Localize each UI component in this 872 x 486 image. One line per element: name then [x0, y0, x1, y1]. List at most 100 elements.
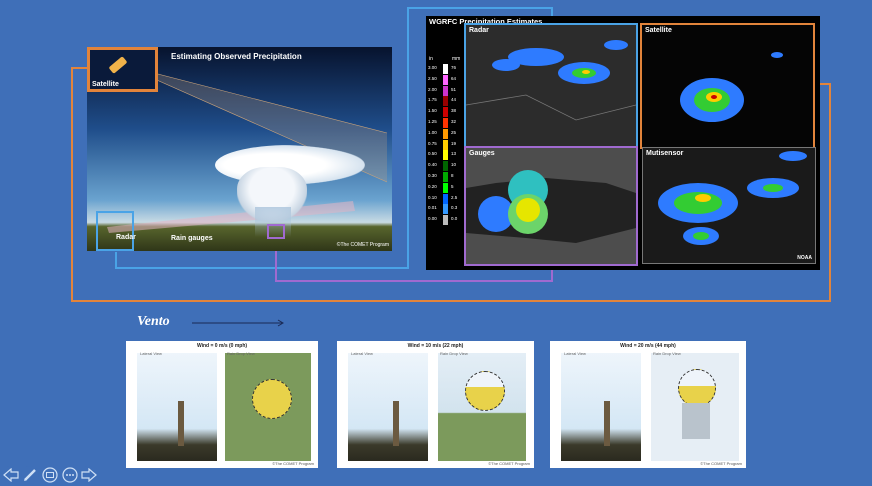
legend-row: 1.00 25 — [428, 128, 464, 139]
radar-label: Radar — [116, 234, 136, 241]
legend-mm-value: 8 — [451, 173, 454, 178]
legend-mm-value: 44 — [451, 97, 457, 103]
lateral-view-image — [137, 353, 217, 461]
legend-swatch — [443, 118, 448, 128]
multisensor-map-panel: Mutisensor NOAA — [642, 147, 816, 264]
legend-row: 1.75 44 — [428, 96, 464, 107]
lateral-view-image — [561, 353, 641, 461]
lateral-view-image — [348, 353, 428, 461]
raindrop-view-label: Rain Drop View — [440, 351, 468, 356]
rain-gauges-label: Rain gauges — [171, 235, 213, 242]
raindrop-view-label: Rain Drop View — [227, 351, 255, 356]
legend-in-label: in — [429, 56, 433, 62]
legend-swatch — [443, 215, 448, 226]
multisensor-panel-label: Mutisensor — [646, 150, 684, 157]
legend-in-value: 0.00 — [428, 216, 437, 222]
legend-in-value: 0.01 — [428, 205, 437, 211]
legend-mm-value: 38 — [451, 108, 457, 114]
noaa-credit: NOAA — [797, 255, 812, 261]
wind-card-title: Wind = 0 m/s (0 mph) — [196, 343, 248, 349]
legend-mm-value: 0.0 — [451, 216, 458, 222]
wind-card-1: Wind = 10 m/s (22 mph) Lateral View Rain… — [337, 341, 534, 468]
legend-mm-value: 51 — [451, 86, 457, 92]
legend-mm-value: 13 — [451, 151, 457, 157]
legend-row: 0.75 19 — [428, 139, 464, 150]
legend-row: 1.25 32 — [428, 118, 464, 128]
raindrop-view-label: Rain Drop View — [653, 351, 681, 356]
forward-arrow-icon[interactable] — [80, 466, 98, 484]
back-arrow-icon[interactable] — [2, 466, 20, 484]
wind-card-2: Wind = 20 m/s (44 mph) Lateral View Rain… — [550, 341, 746, 468]
legend-swatch — [443, 107, 448, 118]
legend-row: 0.20 5 — [428, 182, 464, 193]
legend-row: 3.00 76 — [428, 64, 464, 74]
legend-swatch — [443, 193, 448, 204]
legend-mm-value: 76 — [451, 65, 457, 70]
legend-in-value: 2.00 — [428, 86, 437, 92]
wind-card-0: Wind = 0 m/s (0 mph) Lateral View Rain D… — [126, 341, 318, 468]
legend-swatch — [443, 128, 448, 139]
legend-row: 1.50 38 — [428, 107, 464, 118]
legend-mm-value: 2.5 — [451, 194, 458, 200]
legend-mm-value: 19 — [451, 140, 457, 146]
vento-arrow-icon — [192, 319, 284, 327]
legend-mm-value: 5 — [451, 183, 454, 189]
legend-row: 0.01 0.3 — [428, 204, 464, 215]
pen-icon[interactable] — [21, 466, 39, 484]
legend-row: 0.40 10 — [428, 161, 464, 172]
legend-in-value: 1.00 — [428, 129, 437, 135]
radar-highlight-box — [96, 211, 134, 251]
card-credit: ©The COMET Program — [272, 461, 314, 466]
image-credit: ©The COMET Program — [336, 242, 389, 248]
legend-mm-value: 25 — [451, 129, 457, 135]
legend-swatch — [443, 74, 448, 85]
wind-card-title: Wind = 20 m/s (44 mph) — [620, 343, 676, 349]
wgrfc-precip-image: WGRFC Precipitation Estimates in mm 3.00… — [426, 16, 820, 270]
legend-mm-value: 64 — [451, 75, 457, 81]
vento-label: Vento — [137, 314, 170, 329]
legend-swatch — [443, 204, 448, 215]
legend-mm-value: 10 — [451, 162, 457, 168]
slides-icon[interactable] — [41, 466, 59, 484]
lateral-view-label: Lateral View — [140, 351, 162, 356]
legend-mm-label: mm — [452, 56, 461, 62]
legend-in-value: 1.75 — [428, 97, 437, 103]
options-icon[interactable] — [61, 466, 79, 484]
legend-swatch — [443, 150, 448, 161]
legend-row: 0.00 0.0 — [428, 215, 464, 226]
legend-in-value: 0.75 — [428, 140, 437, 146]
legend-row: 0.30 8 — [428, 172, 464, 182]
legend-row: 0.50 13 — [428, 150, 464, 161]
card-credit: ©The COMET Program — [488, 461, 530, 466]
legend-swatch — [443, 182, 448, 193]
satellite-panel-frame — [640, 23, 815, 149]
legend-swatch — [443, 161, 448, 172]
card-credit: ©The COMET Program — [700, 461, 742, 466]
legend-swatch — [443, 172, 448, 182]
legend-in-value: 2.50 — [428, 75, 437, 81]
gauge-highlight-box — [267, 224, 285, 239]
legend-row: 2.00 51 — [428, 85, 464, 96]
satellite-label: Satellite — [92, 81, 119, 88]
legend-in-value: 0.30 — [428, 173, 437, 178]
radar-panel-frame — [464, 23, 638, 151]
legend-mm-value: 32 — [451, 119, 457, 124]
multisensor-precip-blobs — [658, 151, 807, 245]
lateral-view-label: Lateral View — [564, 351, 586, 356]
legend-swatch — [443, 85, 448, 96]
legend-swatch — [443, 96, 448, 107]
legend-mm-value: 0.3 — [451, 205, 458, 211]
gauges-panel-frame — [464, 146, 638, 266]
legend-row: 0.10 2.5 — [428, 193, 464, 204]
legend-swatch — [443, 64, 448, 74]
legend-in-value: 0.10 — [428, 194, 437, 200]
precip-legend: in mm 3.00 76 2.50 64 2.00 51 1.75 44 1.50 38 1.25… — [428, 56, 464, 236]
legend-in-value: 0.50 — [428, 151, 437, 157]
legend-in-value: 0.40 — [428, 162, 437, 168]
legend-in-value: 3.00 — [428, 65, 437, 70]
legend-in-value: 1.50 — [428, 108, 437, 114]
wind-card-title: Wind = 10 m/s (22 mph) — [407, 343, 464, 349]
legend-in-value: 0.20 — [428, 183, 437, 189]
observed-precip-image: Estimating Observed Precipitation Satell… — [87, 47, 392, 251]
legend-in-value: 1.25 — [428, 119, 437, 124]
